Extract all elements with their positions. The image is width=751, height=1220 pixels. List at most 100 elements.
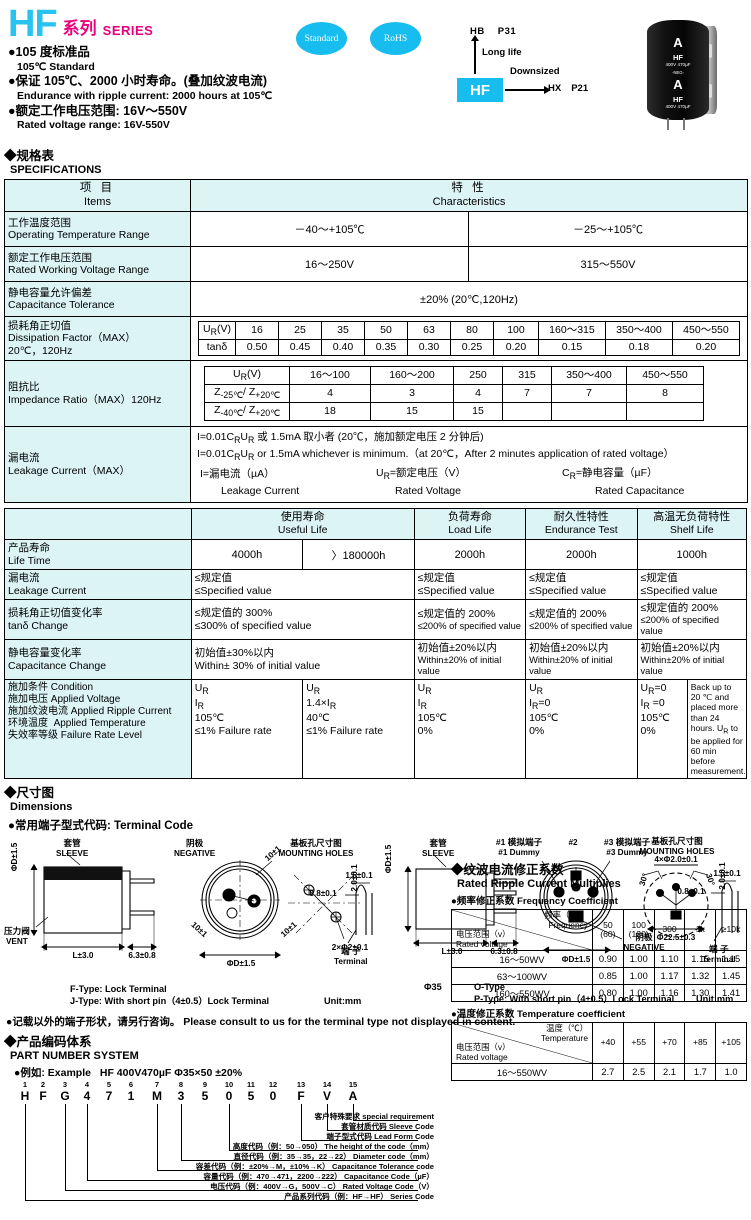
impedance-z40-row: Z-40℃/ Z+20℃ 18 15 15 [204,402,704,422]
pn-legend-en-2: Lead Form Code [374,1131,434,1141]
life-header-shelf: 高温无负荷特性 Shelf Life [636,508,748,540]
cell-0-2: 2.1 [653,1063,686,1082]
col-header-2: 300 [653,909,686,952]
cond-temp: 40℃ [306,712,330,725]
ripple-title-cn: ◆纹波电流修正系数 [451,863,564,877]
label-length-left: L±3.0 [72,950,94,960]
dissipation-inner-table: UR(V) 16 25 35 50 63 80 100 160～315 350～400 450～5… [198,321,740,357]
pn-legend-cn-3: 高度代码（例：50→050） [232,1141,323,1151]
row-label: 漏电流 Leakage Current [4,569,192,601]
pn-char-1: H [20,1088,30,1103]
bullet-en: Rated voltage range: 16V-550V [17,119,170,132]
row-label: 产品寿命 Life Time [4,538,192,571]
cell-capchange-useful: 初始值±30%以内 Within± 30% of initial value [190,639,415,681]
cond-voltage: UR [417,682,432,697]
pn-legend-en-3: The height of the code（mm） [324,1141,434,1151]
cell-0-1: 1.00 [622,950,655,969]
impedance-ur-row: UR(V) 16～100 160～200 250 315 350～400 450～550 [204,366,704,386]
cond-label-1: 施加电压 Applied Voltage [8,694,121,706]
impedance-z25-4: 7 [551,384,627,404]
cell-cond-useful-2: UR 1.4×IR 40℃ ≤1% Failure rate [302,679,415,780]
cell-tolerance: ±20% (20℃,120Hz) [190,281,748,318]
pn-char-3: G [60,1088,70,1103]
pn-index-1: 1 [22,1079,28,1089]
impedance-z25-key: Z-25℃/ Z+20℃ [204,384,290,404]
cond-ripple: 1.4×IR [306,697,337,712]
cond-failure: 0% [417,725,433,738]
impedance-z25-0: 4 [289,384,371,404]
frequency-subtitle: ●频率修正系数 Frequency Coefficient [451,893,747,907]
cond-temp: 105℃ [194,712,225,725]
cell-2-0: 0.80 [592,984,624,1003]
cond-voltage: UR [194,682,209,697]
life-row-lifetime: 产品寿命 Life Time 4000h 〉180000h 2000h 2000… [4,538,748,571]
impedance-ur-key: UR(V) [204,366,290,386]
pn-stem-6 [87,1103,88,1180]
cond-voltage: UR [306,682,321,697]
cell-leakage-formula: I=0.01CRUR 或 1.5mA 取小者 (20℃，施加额定电压 2 分钟后… [190,426,748,504]
pn-char-8: 3 [177,1088,185,1103]
cond-label-2: 施加纹波电流 Applied Ripple Current [8,706,172,718]
cond-ripple: IR=0 [529,697,551,712]
dim-title-cn: ◆尺寸图 [4,786,55,801]
pn-legend-en-5: Capacitance Tolerance code [332,1161,434,1171]
pn-index-9: 9 [202,1079,208,1089]
label-sleeve-left: 套管 SLEEVE [56,837,89,858]
pn-legend-en-7: Rated Voltage Code（V） [342,1181,434,1191]
label-pin-left: 6.3±0.8 [128,950,156,960]
capacitor-photo: A HF 400V 470µF -NEG- A HF 400V 470µF [641,12,727,130]
roadmap-center-box: HF [457,78,503,102]
bullet-item: ●保证 105℃、2000 小时寿命。(叠加纹波电流) Endurance wit… [8,74,751,102]
axis-header: 频率（Hz） Frequency 电压范围（v） Rated voltage [451,909,593,952]
dissipation-tand-4: 0.30 [406,339,451,357]
capacitor-logo: A [673,77,683,92]
cell-1-1: 1.00 [622,967,655,986]
table-row-working-voltage: 额定工作电压范围 Rated Working Voltage Range 16～… [4,246,748,283]
capacitor-series: HF [673,53,683,62]
ripple-title-en: Rated Ripple Current Multiplies [457,878,621,890]
impedance-z25-2: 4 [453,384,503,404]
dissipation-ur-7: 160～315 [537,321,606,341]
roadmap-top-page: P31 [497,26,517,37]
certification-badges: Standard RoHS [296,22,421,55]
impedance-ur-2: 250 [453,366,503,386]
pn-legend-cn-7: 电压代码（例：400V→G，500V→C） [210,1181,341,1191]
temperature-coefficient-table: 温度（℃） Temperature 电压范围（v） Rated voltage +40 +… [451,1022,747,1082]
row-label-0: 16～550WV [451,1063,593,1082]
capacitor-rating: 400V 470µF [665,62,691,67]
life-row-leakage: 漏电流 Leakage Current ≤规定值 ≤Specified valu… [4,569,748,601]
impedance-z25-1: 3 [370,384,454,404]
pn-index-14: 14 [322,1079,332,1089]
label-diameter-right: ΦD±1.5 [384,844,393,873]
leakage-legend: I=漏电流（µA） UR=额定电压（V） CR=静电容量（µF） Leakage… [197,463,741,499]
cond-temp: 105℃ [417,712,447,725]
freq-sub-cn: ●频率修正系数 [451,896,515,908]
leakage-cr-en: Rated Capacitance [595,485,685,498]
col-header-1: 100 (120) [622,909,655,952]
dissipation-ur-2: 35 [320,321,365,341]
impedance-ur-0: 16～100 [289,366,371,386]
cell-leakage-load: ≤规定值 ≤Specified value [413,569,527,601]
impedance-z40-4 [551,402,627,422]
badge-standard: Standard [296,22,347,55]
leakage-line2: I=0.01CRUR or 1.5mA whichever is minimum… [197,447,675,462]
dissipation-ur-1: 25 [277,321,322,341]
pn-stem-5 [157,1103,158,1170]
dissipation-ur-0: 16 [234,321,279,341]
pn-char-15: A [348,1088,358,1103]
life-header-useful: 使用寿命 Useful Life [190,508,415,540]
series-label-cn: 系列 [62,19,97,39]
cond-failure: ≤1% Failure rate [306,725,384,738]
bullet-item: ●额定工作电压范围: 16V～550V Rated voltage range: … [8,104,751,132]
pn-legend-en-0: special requirement [362,1111,434,1121]
dissipation-ur-3: 50 [363,321,408,341]
cell-voltage-high: 315～550V [468,246,748,283]
cell-temp-low: －40～+105℃ [190,211,469,248]
label-vent-left: 压力阀 VENT [4,925,30,946]
axis-left-en: Rated voltage [456,938,508,949]
part-number-breakdown: 1 H 2 F 3 G 4 4 5 7 6 1 7 M 8 3 9 5 10 0 11 5 12 0 13 F 14 V 15 A 客户特殊… [14,1080,434,1220]
terminal-code-subtitle: ●常用端子型式代码: Terminal Code [8,817,751,833]
table-row-leakage-current: 漏电流 Leakage Current（MAX） I=0.01CRUR 或 1.… [4,426,748,504]
axis-left-cn: 电压范围（v） [456,1041,511,1052]
roadmap-longlife-label: Long life [482,47,522,58]
